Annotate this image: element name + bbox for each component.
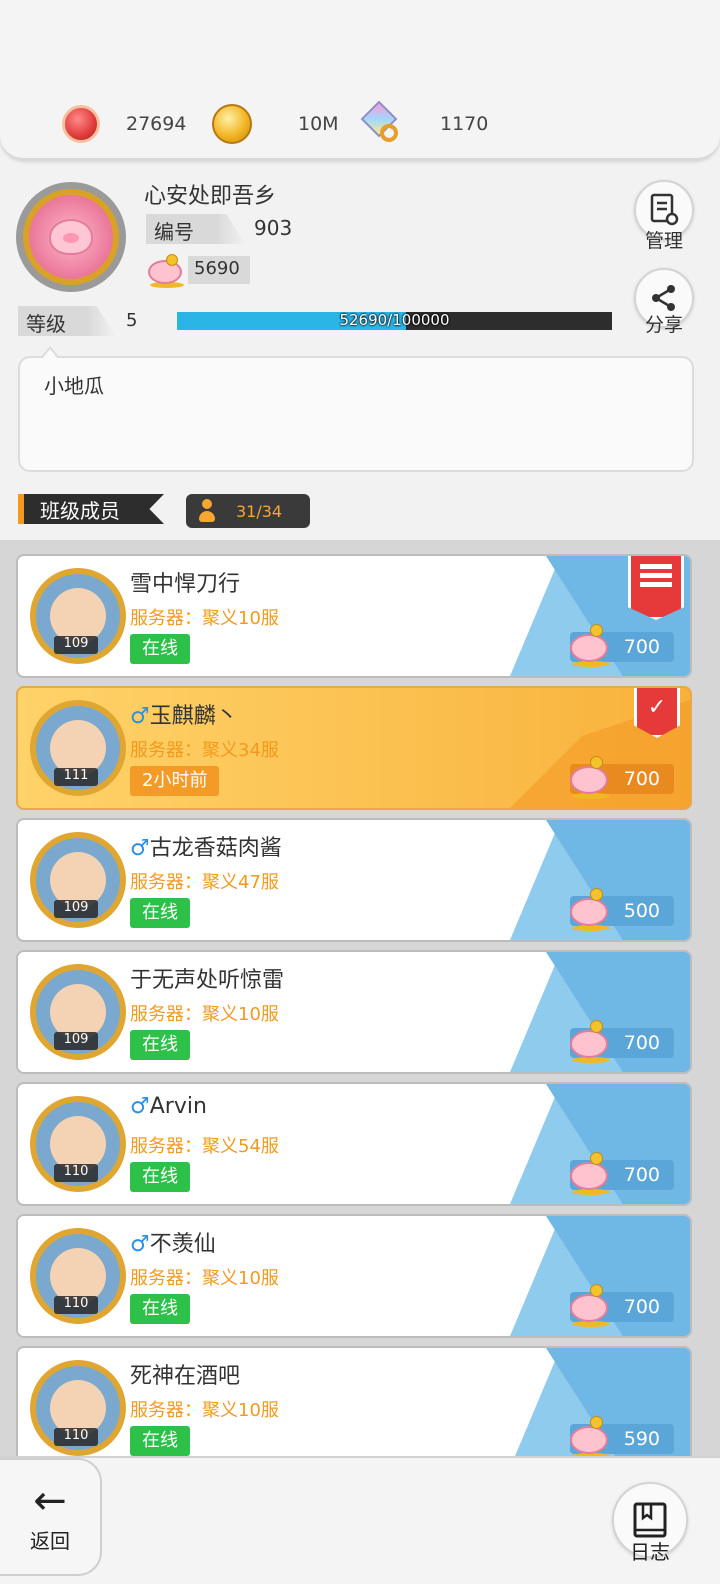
- piggy-bank-icon: [568, 1284, 612, 1327]
- member-card[interactable]: 109 于无声处听惊雷 服务器：聚义10服 在线 700: [16, 950, 692, 1074]
- member-avatar[interactable]: 109: [26, 958, 130, 1068]
- member-name-text: 不羡仙: [149, 1232, 216, 1257]
- member-level: 110: [54, 1164, 98, 1182]
- currency-gold: 10M: [212, 104, 339, 144]
- id-label: 编号: [146, 214, 246, 244]
- piggy-bank-icon: [568, 1416, 612, 1456]
- piggy-bank-icon: [568, 1020, 612, 1063]
- member-name: ♂玉麒麟丶: [130, 698, 238, 730]
- ruby-value: 27694: [126, 113, 187, 135]
- member-level: 110: [54, 1428, 98, 1446]
- class-name: 心安处即吾乡: [144, 184, 277, 209]
- member-list[interactable]: 109 雪中悍刀行 服务器：聚义10服 在线 700 111 ♂玉麒麟丶 服务器：聚义34服 2…: [0, 540, 720, 1456]
- member-name: 死神在酒吧: [130, 1358, 240, 1390]
- gold-coin-icon: [212, 104, 252, 144]
- back-arrow-icon: ←: [33, 1477, 67, 1524]
- member-card[interactable]: 109 ♂古龙香菇肉酱 服务器：聚义47服 在线 500: [16, 818, 692, 942]
- member-level: 109: [54, 900, 98, 918]
- member-status: 在线: [130, 898, 190, 928]
- currency-bar: 27694 10M 1170: [0, 0, 720, 160]
- member-server: 服务器：聚义10服: [130, 1400, 279, 1421]
- gold-value: 10M: [298, 113, 339, 135]
- currency-ruby: 27694: [62, 104, 186, 144]
- member-level: 110: [54, 1296, 98, 1314]
- currency-gem: 1170: [360, 100, 489, 144]
- member-avatar[interactable]: 110: [26, 1354, 130, 1456]
- member-card[interactable]: 110 死神在酒吧 服务器：聚义10服 在线 590: [16, 1346, 692, 1456]
- gem-value: 1170: [440, 113, 489, 135]
- leader-badge-icon: [628, 556, 684, 620]
- member-name-text: 雪中悍刀行: [130, 572, 241, 597]
- member-avatar[interactable]: 111: [26, 694, 130, 804]
- member-name: ♂不羡仙: [130, 1226, 216, 1258]
- member-count-value: 31/34: [236, 501, 283, 521]
- member-name: 雪中悍刀行: [130, 566, 240, 598]
- member-name: 于无声处听惊雷: [130, 962, 284, 994]
- member-name-text: Arvin: [149, 1094, 207, 1119]
- class-motto: 小地瓜: [18, 346, 694, 472]
- member-status: 在线: [130, 1426, 190, 1456]
- level-value: 5: [126, 310, 138, 331]
- member-name: ♂古龙香菇肉酱: [130, 830, 282, 862]
- member-name-text: 古龙香菇肉酱: [149, 836, 282, 861]
- piggy-bank-icon: [568, 888, 612, 931]
- share-label[interactable]: 分享: [634, 310, 694, 337]
- piggy-value: 5690: [188, 256, 250, 284]
- member-name: ♂Arvin: [130, 1094, 207, 1119]
- member-server: 服务器：聚义34服: [130, 740, 279, 761]
- back-button[interactable]: ← 返回: [0, 1458, 102, 1576]
- member-name-text: 于无声处听惊雷: [130, 968, 285, 993]
- member-server: 服务器：聚义10服: [130, 608, 279, 629]
- member-status: 在线: [130, 1162, 190, 1192]
- male-icon: ♂: [130, 704, 150, 729]
- exp-progress-bar: 52690/100000: [177, 311, 612, 330]
- member-card[interactable]: 110 ♂不羡仙 服务器：聚义10服 在线 700: [16, 1214, 692, 1338]
- id-value: 903: [254, 216, 293, 240]
- class-avatar: [16, 182, 126, 292]
- member-level: 111: [54, 768, 98, 786]
- member-server: 服务器：聚义10服: [130, 1004, 279, 1025]
- piggy-bank-icon: [146, 254, 186, 288]
- member-server: 服务器：聚义47服: [130, 872, 279, 893]
- piggy-bank-total: 5690: [146, 254, 250, 288]
- male-icon: ♂: [130, 1232, 150, 1257]
- piggy-emblem-icon: [49, 219, 93, 255]
- member-card[interactable]: 111 ♂玉麒麟丶 服务器：聚义34服 2小时前 ✓ 700: [16, 686, 692, 810]
- member-status: 在线: [130, 1030, 190, 1060]
- member-server: 服务器：聚义54服: [130, 1136, 279, 1157]
- member-avatar[interactable]: 110: [26, 1090, 130, 1200]
- member-card[interactable]: 109 雪中悍刀行 服务器：聚义10服 在线 700: [16, 554, 692, 678]
- back-label: 返回: [30, 1528, 70, 1553]
- person-icon: [198, 499, 216, 523]
- share-icon: [652, 285, 675, 311]
- section-title: 班级成员: [18, 494, 164, 524]
- exp-text: 52690/100000: [339, 311, 450, 329]
- level-label: 等级: [18, 306, 116, 336]
- member-server: 服务器：聚义10服: [130, 1268, 279, 1289]
- ruby-coin-icon: [62, 105, 100, 143]
- gem-ring-icon: [360, 100, 402, 144]
- male-icon: ♂: [130, 836, 150, 861]
- member-status: 在线: [130, 1294, 190, 1324]
- member-card[interactable]: 110 ♂Arvin 服务器：聚义54服 在线 700: [16, 1082, 692, 1206]
- manage-label[interactable]: 管理: [634, 226, 694, 253]
- member-level: 109: [54, 636, 98, 654]
- member-name-text: 死神在酒吧: [130, 1364, 241, 1389]
- log-label[interactable]: 日志: [612, 1536, 688, 1565]
- member-avatar[interactable]: 110: [26, 1222, 130, 1332]
- member-avatar[interactable]: 109: [26, 826, 130, 936]
- member-status: 在线: [130, 634, 190, 664]
- member-status: 2小时前: [130, 766, 220, 796]
- member-level: 109: [54, 1032, 98, 1050]
- log-book-icon: [633, 1502, 667, 1538]
- piggy-bank-icon: [568, 1152, 612, 1195]
- member-count: 31/34: [186, 494, 310, 528]
- manage-doc-icon: [650, 193, 679, 226]
- member-avatar[interactable]: 109: [26, 562, 130, 672]
- piggy-bank-icon: [568, 624, 612, 667]
- male-icon: ♂: [130, 1094, 150, 1119]
- member-name-text: 玉麒麟丶: [149, 704, 238, 729]
- piggy-bank-icon: [568, 756, 612, 799]
